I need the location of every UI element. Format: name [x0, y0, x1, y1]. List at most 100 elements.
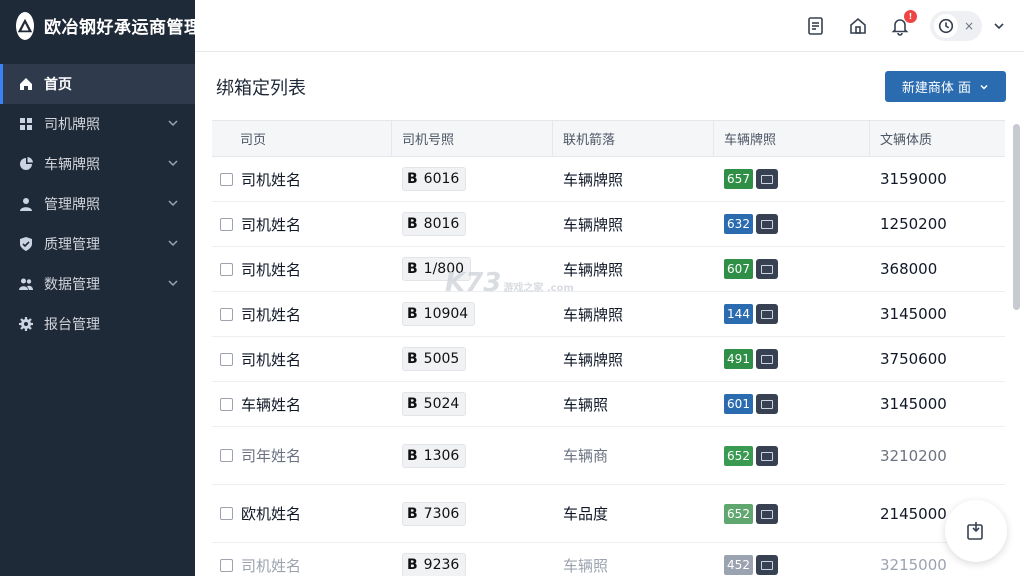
clock-avatar-icon	[933, 13, 958, 38]
table-row[interactable]: 司年姓名 B 1306 车辆商 652 3210200	[212, 427, 1005, 485]
app-title: 欧冶钢好承运商管理后台	[44, 18, 237, 38]
shield-check-icon	[18, 236, 34, 252]
column-header[interactable]: 司机号照	[392, 120, 553, 157]
table-row[interactable]: 司机姓名 B 10904 车辆牌照 144 3145000	[212, 292, 1005, 337]
vehicle-cell: 车辆牌照	[563, 215, 624, 234]
plate-chip: B 5024	[402, 392, 467, 416]
row-checkbox[interactable]	[220, 397, 233, 411]
data-table: 司页 司机号照 联机箭落 车辆牌照 文辆体质 司机姓名 B 6016 车辆牌照 657 3…	[212, 120, 1005, 576]
license-doc-icon[interactable]	[756, 349, 778, 369]
vehicle-cell: 车辆牌照	[563, 350, 624, 369]
content-panel: 绑箱定列表 新建商体 面 司页 司机号照 联机箭落 车辆牌照 文辆体质 司机姓名…	[195, 52, 1024, 576]
license-tag: 652	[724, 503, 753, 524]
plate-number: 10904	[423, 306, 469, 322]
table-row[interactable]: 欧机姓名 B 7306 车品度 652 2145000	[212, 485, 1005, 543]
bell-icon[interactable]: !	[888, 9, 917, 38]
sidebar-item-management-license[interactable]: 管理牌照	[0, 184, 195, 224]
name-cell: 车辆姓名	[212, 394, 392, 415]
gear-icon	[18, 316, 34, 332]
license-doc-icon[interactable]	[756, 259, 778, 279]
amount-cell: 1250200	[880, 215, 947, 233]
license-tag: 657	[724, 169, 753, 189]
home-outline-icon[interactable]	[846, 14, 870, 38]
license-tag: 632	[724, 214, 753, 234]
brand-area: 欧冶钢好承运商管理后台	[0, 0, 236, 52]
tag-cell: 632	[714, 214, 870, 234]
license-doc-icon[interactable]	[756, 169, 778, 189]
license-doc-icon[interactable]	[756, 445, 778, 466]
column-header[interactable]: 文辆体质	[870, 120, 1005, 157]
row-checkbox[interactable]	[220, 558, 233, 572]
tag-cell: 652	[714, 445, 870, 466]
sidebar-item-data-management[interactable]: 数据管理	[0, 264, 195, 304]
table-row[interactable]: 司机姓名 B 5005 车辆牌照 491 3750600	[212, 337, 1005, 382]
sidebar-item-label: 管理牌照	[44, 197, 100, 213]
column-header[interactable]: 联机箭落	[553, 120, 714, 157]
sidebar-item-driver-license[interactable]: 司机牌照	[0, 104, 195, 144]
driver-name: 司机姓名	[241, 305, 302, 324]
plate-icon: B	[407, 557, 418, 573]
plate-chip: B 5005	[402, 347, 467, 371]
plate-icon: B	[407, 261, 418, 277]
table-row[interactable]: 司机姓名 B 6016 车辆牌照 657 3159000	[212, 157, 1005, 202]
row-checkbox[interactable]	[220, 352, 233, 366]
driver-name: 车辆姓名	[241, 395, 302, 414]
home-icon	[18, 76, 34, 92]
license-doc-icon[interactable]	[756, 503, 778, 524]
scrollbar-thumb[interactable]	[1013, 124, 1020, 310]
row-checkbox[interactable]	[220, 172, 233, 186]
plate-number: 8016	[423, 216, 460, 232]
table-header: 司页 司机号照 联机箭落 车辆牌照 文辆体质	[212, 120, 1005, 157]
sidebar: 首页 司机牌照 车辆牌照 管理牌照 质理管理 数据管理 报台管理	[0, 52, 195, 576]
row-checkbox[interactable]	[220, 449, 233, 462]
user-icon	[18, 196, 34, 212]
user-close-icon[interactable]: ×	[964, 19, 974, 33]
sidebar-item-quality-management[interactable]: 质理管理	[0, 224, 195, 264]
column-header[interactable]: 车辆牌照	[714, 120, 870, 157]
vehicle-cell: 车辆照	[563, 556, 609, 575]
row-checkbox[interactable]	[220, 507, 233, 520]
sidebar-item-label: 数据管理	[44, 277, 100, 293]
row-checkbox[interactable]	[220, 217, 233, 231]
table-body: 司机姓名 B 6016 车辆牌照 657 3159000 司机姓名 B 8016 车辆牌照 632 1…	[212, 157, 1005, 576]
license-doc-icon[interactable]	[756, 555, 778, 575]
chevron-down-icon	[168, 160, 178, 167]
license-tag: 452	[724, 555, 753, 575]
document-icon[interactable]	[804, 14, 828, 38]
vehicle-cell: 车辆牌照	[563, 260, 624, 279]
plate-chip: B 7306	[402, 501, 467, 526]
plate-cell: B 7306	[392, 501, 553, 526]
table-row[interactable]: 司机姓名 B 8016 车辆牌照 632 1250200	[212, 202, 1005, 247]
plate-icon: B	[407, 171, 418, 187]
column-header[interactable]: 司页	[212, 120, 392, 157]
driver-name: 司机姓名	[241, 215, 302, 234]
table-row[interactable]: 车辆姓名 B 5024 车辆照 601 3145000	[212, 382, 1005, 427]
row-checkbox[interactable]	[220, 307, 233, 321]
tag-cell: 452	[714, 555, 870, 575]
license-doc-icon[interactable]	[756, 394, 778, 414]
plate-icon: B	[407, 396, 418, 412]
amount-cell: 368000	[880, 260, 938, 278]
page-title: 绑箱定列表	[216, 78, 306, 99]
plate-cell: B 8016	[392, 212, 553, 236]
sidebar-item-vehicle-license[interactable]: 车辆牌照	[0, 144, 195, 184]
table-row[interactable]: 司机姓名 B 1/800 车辆牌照 607 368000	[212, 247, 1005, 292]
sidebar-item-home[interactable]: 首页	[0, 64, 195, 104]
user-menu[interactable]: ×	[929, 10, 982, 41]
table-row[interactable]: 司机姓名 B 9236 车辆照 452 3215000	[212, 543, 1005, 576]
plate-icon: B	[407, 306, 418, 322]
name-cell: 司机姓名	[212, 169, 392, 190]
new-button[interactable]: 新建商体 面	[885, 71, 1006, 102]
row-checkbox[interactable]	[220, 262, 233, 276]
license-doc-icon[interactable]	[756, 304, 778, 324]
plate-cell: B 5024	[392, 392, 553, 416]
license-doc-icon[interactable]	[756, 214, 778, 234]
floating-action-button[interactable]	[945, 500, 1007, 562]
chevron-down-icon	[168, 200, 178, 207]
notification-badge: !	[903, 9, 917, 23]
chevron-down-icon[interactable]	[992, 19, 1006, 33]
driver-name: 司机姓名	[241, 556, 302, 575]
plate-chip: B 6016	[402, 167, 467, 191]
plate-icon: B	[407, 351, 418, 367]
sidebar-item-platform-management[interactable]: 报台管理	[0, 304, 195, 344]
